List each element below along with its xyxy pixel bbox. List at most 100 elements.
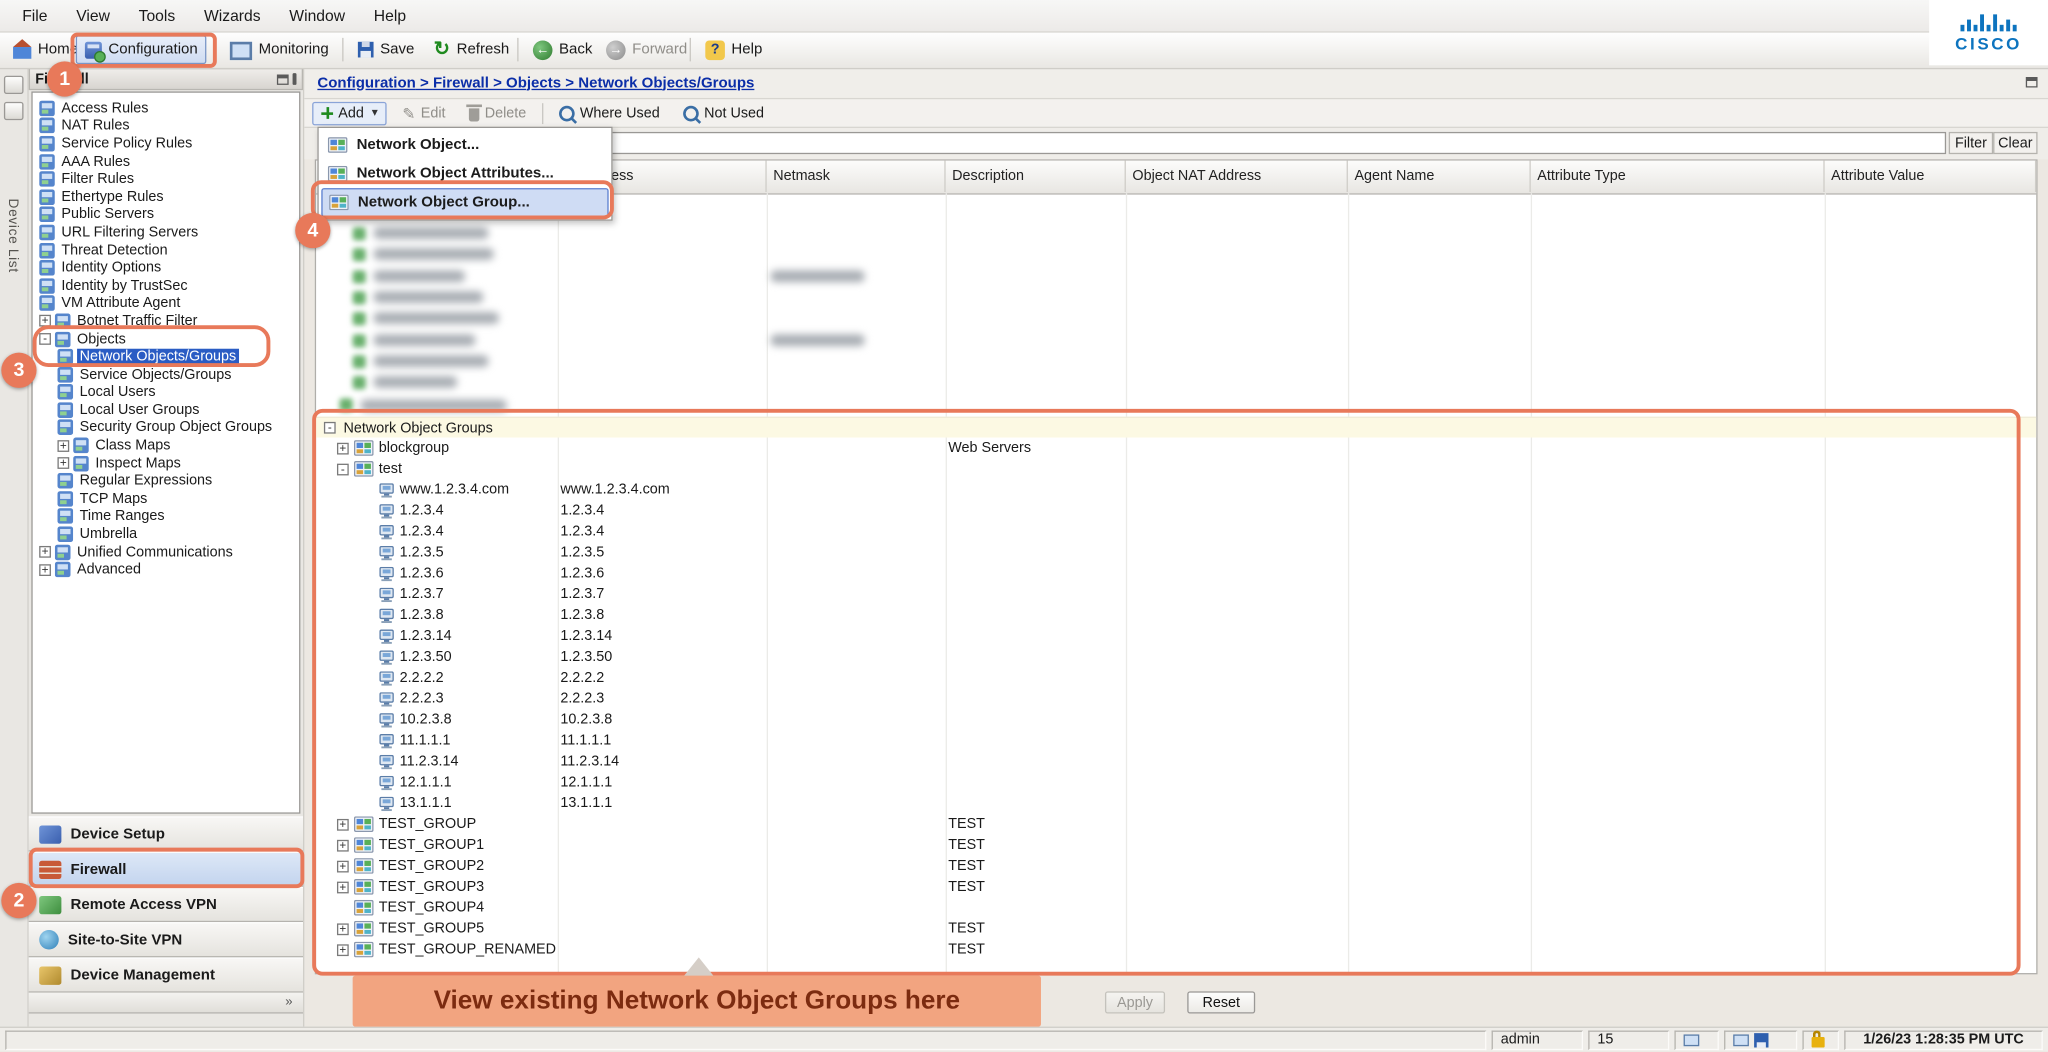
tree-item[interactable]: + Unified Communications — [33, 543, 299, 561]
table-row[interactable]: + TEST_GROUP2 TEST — [316, 856, 2036, 877]
row-expander-icon[interactable]: + — [337, 860, 349, 872]
table-row[interactable]: + TEST_GROUP_RENAMED TEST — [316, 939, 2036, 960]
collapse-chevrons-icon[interactable]: » — [285, 995, 292, 1009]
tree-item[interactable]: Umbrella — [33, 525, 299, 543]
section-expander-icon[interactable]: - — [324, 422, 336, 434]
table-row[interactable]: 2.2.2.2 2.2.2.2 — [316, 667, 2036, 688]
menu-item[interactable]: Window — [275, 1, 359, 30]
table-row[interactable]: 1.2.3.4 1.2.3.4 — [316, 521, 2036, 542]
breadcrumb-link[interactable]: Objects — [506, 75, 578, 91]
table-row[interactable]: + TEST_GROUP TEST — [316, 814, 2036, 835]
add-menu-item[interactable]: Network Object Group... — [321, 188, 608, 217]
group-section-row[interactable]: - Network Object Groups — [316, 417, 2036, 438]
column-header[interactable]: Agent Name — [1348, 161, 1531, 192]
device-list-label[interactable]: Device List — [5, 199, 21, 273]
row-expander-icon[interactable]: + — [337, 442, 349, 454]
tree-item[interactable]: Local User Groups — [33, 401, 299, 419]
tree-item[interactable]: URL Filtering Servers — [33, 224, 299, 242]
row-expander-icon[interactable]: + — [337, 818, 349, 830]
row-expander-icon[interactable]: - — [337, 463, 349, 475]
tree-item[interactable]: Ethertype Rules — [33, 188, 299, 206]
tree-item[interactable]: + Botnet Traffic Filter — [33, 312, 299, 330]
edit-button[interactable]: ✎ Edit — [395, 101, 454, 125]
table-row[interactable]: 1.2.3.50 1.2.3.50 — [316, 647, 2036, 668]
refresh-button[interactable]: ↻ Refresh — [426, 35, 517, 64]
tree-expander-icon[interactable]: + — [39, 546, 51, 558]
table-row[interactable]: + blockgroup Web Servers — [316, 438, 2036, 459]
column-header[interactable]: Description — [946, 161, 1126, 192]
tree-expander-icon[interactable]: + — [57, 457, 69, 469]
tree-expander-icon[interactable]: + — [57, 440, 69, 452]
row-expander-icon[interactable]: + — [337, 881, 349, 893]
tree-item[interactable]: Network Objects/Groups — [33, 348, 299, 366]
table-row[interactable]: + TEST_GROUP5 TEST — [316, 918, 2036, 939]
where-used-button[interactable]: Where Used — [551, 103, 667, 124]
table-row[interactable]: 11.1.1.1 11.1.1.1 — [316, 730, 2036, 751]
add-button[interactable]: Add ▾ — [312, 101, 387, 125]
tree-item[interactable]: + Advanced — [33, 561, 299, 579]
tree-item[interactable]: + Inspect Maps — [33, 454, 299, 472]
tree-item[interactable]: Service Objects/Groups — [33, 366, 299, 384]
table-row[interactable]: TEST_GROUP4 — [316, 897, 2036, 918]
tree-item[interactable]: Threat Detection — [33, 241, 299, 259]
menu-item[interactable]: View — [62, 1, 124, 30]
table-row[interactable]: + TEST_GROUP3 TEST — [316, 876, 2036, 897]
column-header[interactable]: Attribute Value — [1825, 161, 2037, 192]
monitoring-button[interactable]: Monitoring — [222, 35, 337, 64]
table-row[interactable]: 13.1.1.1 13.1.1.1 — [316, 793, 2036, 814]
table-row[interactable]: www.1.2.3.4.com www.1.2.3.4.com — [316, 479, 2036, 500]
reset-button[interactable]: Reset — [1187, 991, 1255, 1013]
menu-item[interactable]: Tools — [124, 1, 189, 30]
tree-item[interactable]: Regular Expressions — [33, 472, 299, 490]
nav-button[interactable]: Firewall — [29, 852, 303, 887]
tree-item[interactable]: Access Rules — [33, 99, 299, 117]
filter-input[interactable] — [380, 132, 1946, 154]
breadcrumb-link[interactable]: Network Objects/Groups — [578, 75, 754, 91]
tree-expander-icon[interactable]: + — [39, 564, 51, 576]
tree-expander-icon[interactable]: - — [39, 333, 51, 345]
undock-icon[interactable] — [277, 74, 289, 84]
table-row[interactable]: 1.2.3.14 1.2.3.14 — [316, 626, 2036, 647]
tree-item[interactable]: - Objects — [33, 330, 299, 348]
tree-item[interactable]: Filter Rules — [33, 170, 299, 188]
back-button[interactable]: ← Back — [525, 35, 600, 64]
chevron-down-icon[interactable]: ▾ — [372, 106, 378, 120]
tree-item[interactable]: TCP Maps — [33, 490, 299, 508]
tree-item[interactable]: Local Users — [33, 383, 299, 401]
tree-item[interactable]: Security Group Object Groups — [33, 419, 299, 437]
nav-button[interactable]: Site-to-Site VPN — [29, 922, 303, 957]
add-menu-item[interactable]: Network Object Attributes... — [319, 159, 612, 188]
tree-item[interactable]: Identity by TrustSec — [33, 277, 299, 295]
tree-item[interactable]: AAA Rules — [33, 153, 299, 171]
table-row[interactable]: + TEST_GROUP1 TEST — [316, 835, 2036, 856]
table-row[interactable]: 11.2.3.14 11.2.3.14 — [316, 751, 2036, 772]
table-row[interactable]: 12.1.1.1 12.1.1.1 — [316, 772, 2036, 793]
save-button[interactable]: Save — [350, 35, 422, 64]
pin-icon[interactable] — [293, 73, 297, 85]
filter-button[interactable]: Filter — [1949, 132, 1993, 154]
tree-item[interactable]: Public Servers — [33, 206, 299, 224]
menu-item[interactable]: Wizards — [190, 1, 275, 30]
forward-button[interactable]: → Forward — [598, 35, 695, 64]
table-row[interactable]: - test — [316, 458, 2036, 479]
tree-item[interactable]: NAT Rules — [33, 117, 299, 135]
row-expander-icon[interactable]: + — [337, 944, 349, 956]
configuration-button[interactable]: Configuration — [76, 35, 207, 64]
help-button[interactable]: ? Help — [697, 35, 770, 64]
menu-item[interactable]: File — [8, 1, 62, 30]
apply-button[interactable]: Apply — [1105, 991, 1165, 1013]
device-list-icon[interactable] — [4, 102, 24, 120]
nav-button[interactable]: Remote Access VPN — [29, 887, 303, 922]
table-row[interactable]: 1.2.3.7 1.2.3.7 — [316, 584, 2036, 605]
tree-expander-icon[interactable]: + — [39, 315, 51, 327]
table-row[interactable]: 1.2.3.8 1.2.3.8 — [316, 605, 2036, 626]
table-row[interactable]: 10.2.3.8 10.2.3.8 — [316, 709, 2036, 730]
add-menu-item[interactable]: Network Object... — [319, 131, 612, 160]
nav-collapse-strip[interactable]: » — [29, 993, 303, 1014]
row-expander-icon[interactable]: + — [337, 923, 349, 935]
tree-item[interactable]: + Class Maps — [33, 437, 299, 455]
device-list-icon[interactable] — [4, 76, 24, 94]
not-used-button[interactable]: Not Used — [675, 103, 771, 124]
home-button[interactable]: Home — [5, 35, 86, 64]
delete-button[interactable]: Delete — [461, 102, 534, 124]
